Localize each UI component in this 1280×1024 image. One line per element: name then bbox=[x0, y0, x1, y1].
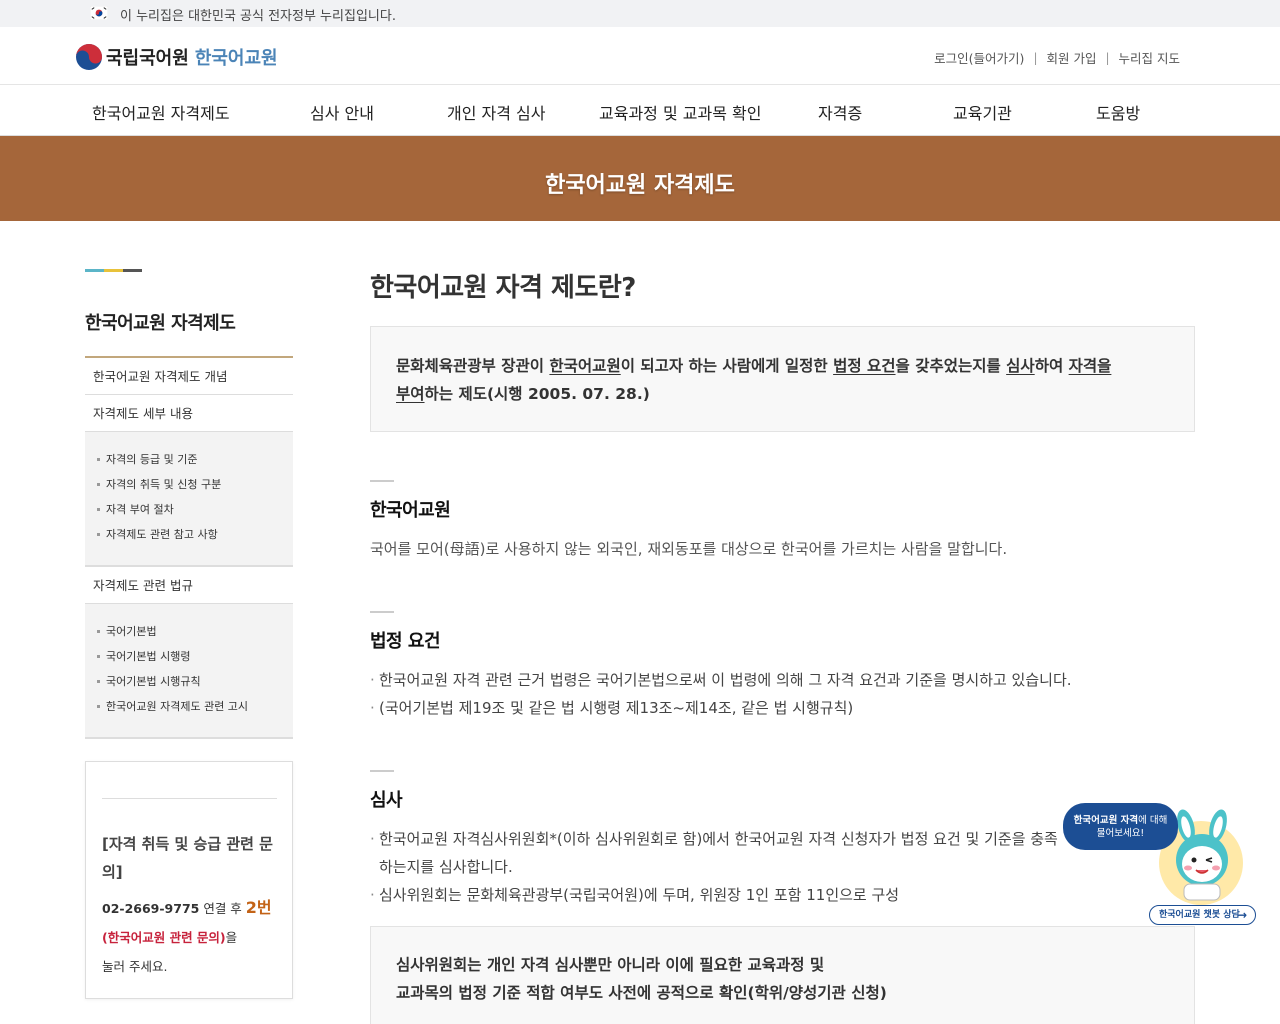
sidebar-submenu-law: 국어기본법 국어기본법 시행령 국어기본법 시행규칙 한국어교원 자격제도 관련… bbox=[85, 604, 293, 739]
term-legal-requirement: 법정 요건 bbox=[833, 357, 896, 375]
site-header: 국립국어원 한국어교원 로그인(들어가기) | 회원 가입 | 누리집 지도 bbox=[0, 27, 1280, 85]
utility-links: 로그인(들어가기) | 회원 가입 | 누리집 지도 bbox=[934, 48, 1180, 67]
legal-item-2: (국어기본법 제19조 및 같은 법 시행령 제13조~제14조, 같은 법 시… bbox=[370, 694, 1090, 722]
util-separator: | bbox=[1105, 50, 1110, 65]
sidebar-item-detail[interactable]: 자격제도 세부 내용 bbox=[85, 395, 293, 432]
login-link[interactable]: 로그인(들어가기) bbox=[934, 48, 1024, 67]
sidebar-subitem-notice[interactable]: 한국어교원 자격제도 관련 고시 bbox=[95, 694, 293, 719]
page-title: 한국어교원 자격 제도란? bbox=[370, 273, 636, 303]
sidebar-decoration bbox=[85, 269, 142, 272]
signup-link[interactable]: 회원 가입 bbox=[1046, 48, 1096, 67]
section-text-teacher: 국어를 모어(母語)로 사용하지 않는 외국인, 재외동포를 대상으로 한국어를… bbox=[370, 540, 1008, 558]
section-rule bbox=[370, 770, 394, 772]
util-separator: | bbox=[1033, 50, 1038, 65]
inquiry-suffix: 을 bbox=[225, 930, 238, 945]
nav-certificate[interactable]: 자격증 bbox=[818, 100, 862, 124]
sidebar-item-law[interactable]: 자격제도 관련 법규 bbox=[85, 567, 293, 604]
section-rule bbox=[370, 480, 394, 482]
inquiry-divider bbox=[102, 798, 277, 799]
sidebar-subitem-acquisition[interactable]: 자격의 취득 및 신청 구분 bbox=[95, 472, 293, 497]
sidebar-subitem-basic-law[interactable]: 국어기본법 bbox=[95, 619, 293, 644]
chatbot-widget[interactable]: 한국어교원 자격에 대해 물어보세요! 한국어교원 챗봇 상담 → bbox=[1060, 802, 1260, 926]
section-title-review: 심사 bbox=[370, 790, 403, 811]
review-note-text: 심사위원회는 개인 자격 심사뿐만 아니라 이에 필요한 교육과정 및 교과목의 … bbox=[396, 956, 887, 1002]
korea-flag-icon bbox=[90, 6, 108, 20]
inquiry-press: 눌러 주세요. bbox=[102, 959, 168, 974]
logo-site-name: 한국어교원 bbox=[194, 48, 278, 69]
sitemap-link[interactable]: 누리집 지도 bbox=[1119, 48, 1180, 67]
hero-banner: 한국어교원 자격제도 bbox=[0, 136, 1280, 221]
section-title-legal: 법정 요건 bbox=[370, 631, 441, 652]
review-item-1: 한국어교원 자격심사위원회*(이하 심사위원회로 함)에서 한국어교원 자격 신… bbox=[370, 825, 1070, 881]
chatbot-bubble: 한국어교원 자격에 대해 물어보세요! bbox=[1063, 803, 1178, 850]
sidebar-menu: 한국어교원 자격제도 개념 자격제도 세부 내용 자격의 등급 및 기준 자격의… bbox=[85, 356, 293, 739]
inquiry-extension: 2번 bbox=[245, 898, 272, 917]
sidebar-title: 한국어교원 자격제도 bbox=[85, 313, 236, 334]
sidebar-subitem-enforcement-rule[interactable]: 국어기본법 시행규칙 bbox=[95, 669, 293, 694]
arrow-right-icon: → bbox=[1236, 908, 1247, 922]
nav-institutions[interactable]: 교육기관 bbox=[953, 100, 1012, 124]
sidebar-subitem-enforcement-decree[interactable]: 국어기본법 시행령 bbox=[95, 644, 293, 669]
term-review: 심사 bbox=[1006, 357, 1035, 375]
inquiry-connect: 연결 후 bbox=[199, 901, 246, 916]
section-rule bbox=[370, 611, 394, 613]
term-grant-a: 자격을 bbox=[1068, 357, 1112, 375]
inquiry-phone: 02-2669-9775 bbox=[102, 901, 200, 916]
logo-org-name: 국립국어원 bbox=[106, 48, 189, 69]
nav-certification-system[interactable]: 한국어교원 자격제도 bbox=[92, 100, 230, 124]
legal-item-1: 한국어교원 자격 관련 근거 법령은 국어기본법으로써 이 법령에 의해 그 자… bbox=[370, 666, 1130, 694]
inquiry-box: [자격 취득 및 승급 관련 문의] 02-2669-9775 연결 후 2번 … bbox=[85, 761, 293, 999]
sidebar-submenu-detail: 자격의 등급 및 기준 자격의 취득 및 신청 구분 자격 부여 절차 자격제도… bbox=[85, 432, 293, 567]
section-title-teacher: 한국어교원 bbox=[370, 500, 451, 521]
hero-title: 한국어교원 자격제도 bbox=[545, 173, 735, 198]
gov-banner: 이 누리집은 대한민국 공식 전자정부 누리집입니다. bbox=[0, 0, 1280, 27]
main-navigation: 한국어교원 자격제도 심사 안내 개인 자격 심사 교육과정 및 교과목 확인 … bbox=[0, 85, 1280, 136]
definition-box: 문화체육관광부 장관이 한국어교원이 되고자 하는 사람에게 일정한 법정 요건… bbox=[370, 326, 1195, 432]
nav-help[interactable]: 도움방 bbox=[1096, 100, 1140, 124]
term-grant-b: 부여 bbox=[396, 385, 425, 403]
inquiry-body: 02-2669-9775 연결 후 2번 (한국어교원 관련 문의)을 눌러 주… bbox=[102, 893, 284, 981]
sidebar-subitem-reference[interactable]: 자격제도 관련 참고 사항 bbox=[95, 522, 293, 547]
taegeuk-logo-icon bbox=[76, 44, 102, 70]
term-teacher: 한국어교원 bbox=[549, 357, 621, 375]
review-item-2: 심사위원회는 문화체육관광부(국립국어원)에 두며, 위원장 1인 포함 11인… bbox=[370, 881, 1090, 909]
site-logo[interactable]: 국립국어원 한국어교원 bbox=[75, 42, 278, 72]
definition-text: 문화체육관광부 장관이 한국어교원이 되고자 하는 사람에게 일정한 법정 요건… bbox=[396, 357, 1112, 403]
review-note-box: 심사위원회는 개인 자격 심사뿐만 아니라 이에 필요한 교육과정 및 교과목의 … bbox=[370, 926, 1195, 1024]
chatbot-button[interactable]: 한국어교원 챗봇 상담 → bbox=[1149, 905, 1256, 925]
nav-curriculum-check[interactable]: 교육과정 및 교과목 확인 bbox=[599, 100, 761, 124]
sidebar-subitem-procedure[interactable]: 자격 부여 절차 bbox=[95, 497, 293, 522]
sidebar-subitem-grade[interactable]: 자격의 등급 및 기준 bbox=[95, 447, 293, 472]
inquiry-title: [자격 취득 및 승급 관련 문의] bbox=[102, 835, 273, 881]
sidebar-item-concept[interactable]: 한국어교원 자격제도 개념 bbox=[85, 358, 293, 395]
inquiry-category: (한국어교원 관련 문의) bbox=[102, 930, 226, 945]
nav-individual-review[interactable]: 개인 자격 심사 bbox=[447, 100, 546, 124]
nav-review-guide[interactable]: 심사 안내 bbox=[310, 100, 374, 124]
gov-banner-text: 이 누리집은 대한민국 공식 전자정부 누리집입니다. bbox=[120, 9, 396, 24]
